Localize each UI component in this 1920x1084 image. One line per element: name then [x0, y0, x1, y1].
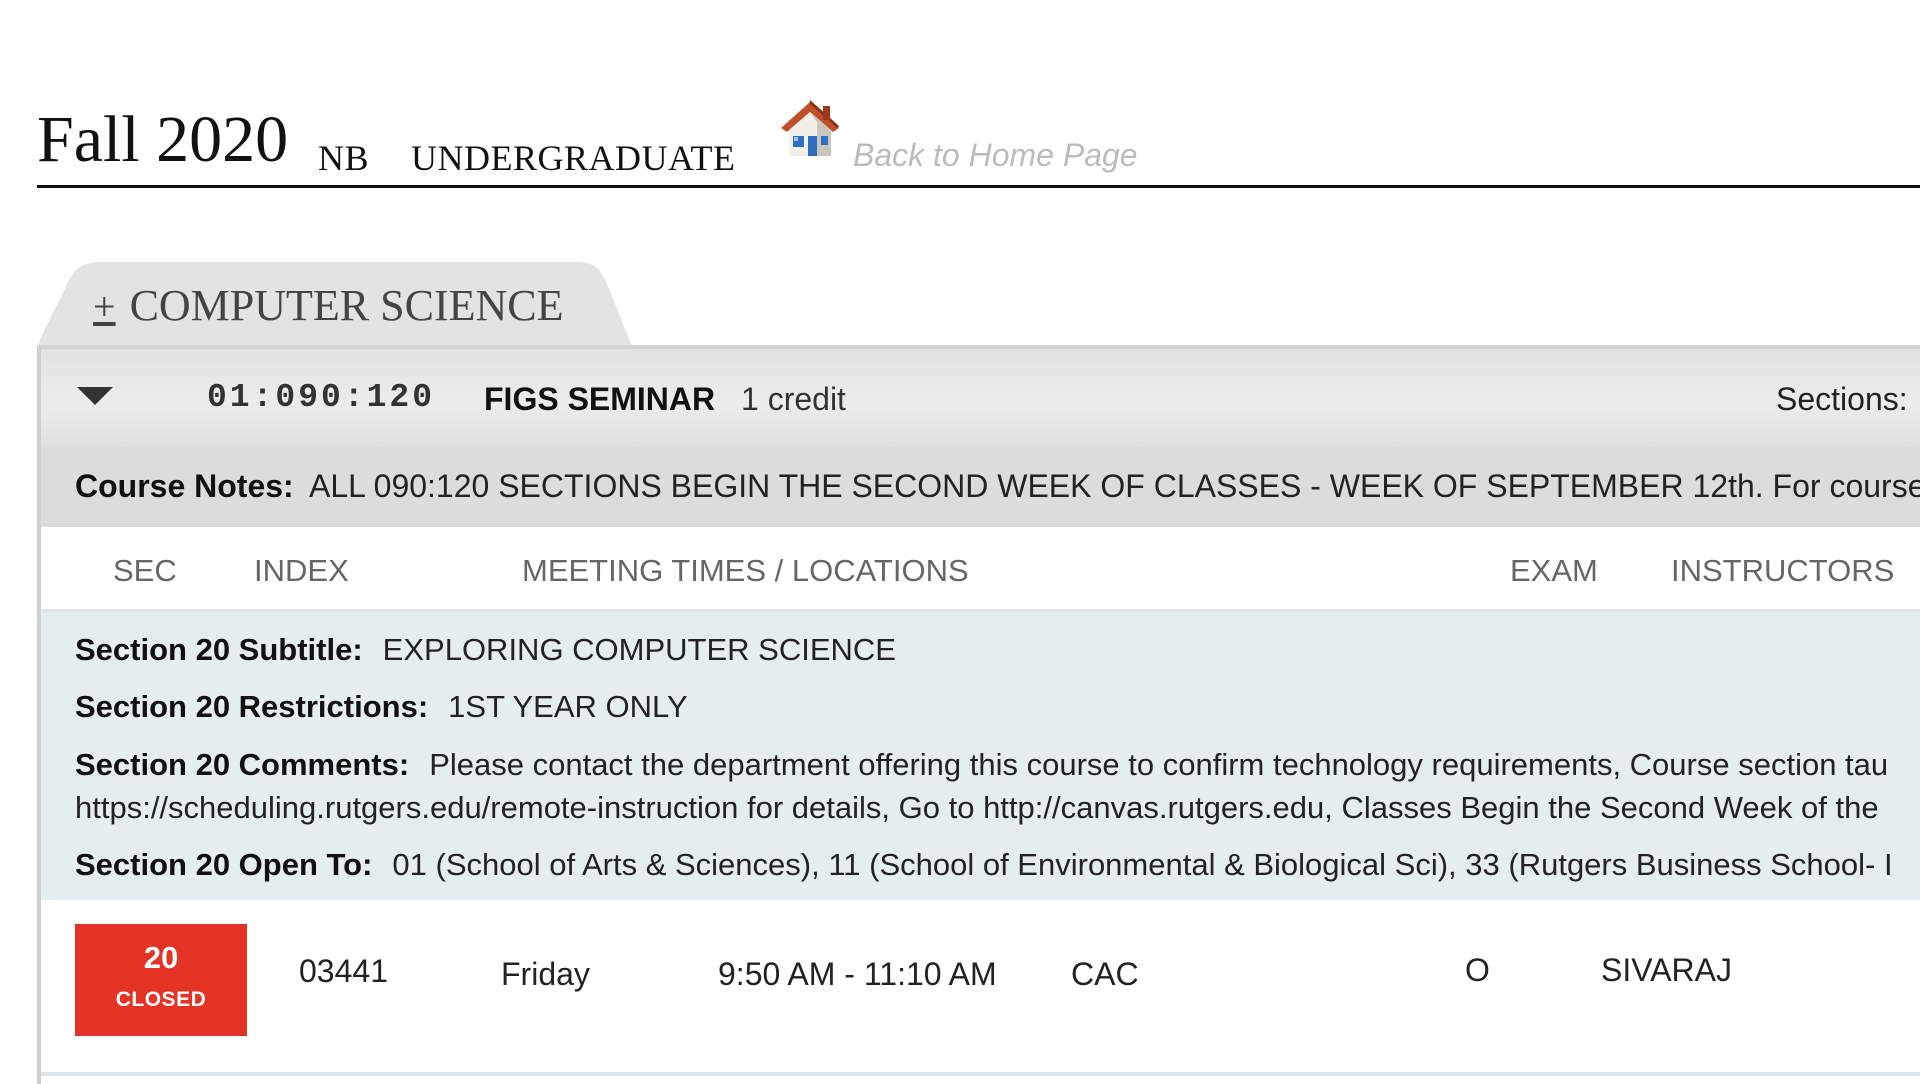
section-number: 20 [143, 940, 179, 975]
section-subtitle-value: EXPLORING COMPUTER SCIENCE [382, 632, 896, 667]
subject-name[interactable]: + COMPUTER SCIENCE [93, 280, 564, 331]
sections-label: Sections: [1776, 381, 1908, 417]
section-subtitle: Section 20 Subtitle: EXPLORING COMPUTER S… [75, 632, 896, 668]
meeting-day: Friday [501, 956, 590, 992]
section-restrictions-label: Section 20 Restrictions: [75, 689, 429, 724]
section-open-to-label: Section 20 Open To: [75, 847, 373, 882]
subject-title: COMPUTER SCIENCE [129, 281, 564, 330]
page-header: Fall 2020 NB UNDERGRADUATE Back to Home … [37, 95, 1920, 188]
course-panel: 01:090:120 FIGS SEMINAR 1 credit Section… [37, 345, 1920, 1084]
level-label: UNDERGRADUATE [411, 138, 736, 178]
row-divider [41, 1072, 1920, 1076]
course-notes-label: Course Notes: [75, 468, 294, 504]
course-credits: 1 credit [741, 381, 846, 417]
exam-code: O [1465, 952, 1490, 988]
meeting-time: 9:50 AM - 11:10 AM [718, 956, 997, 992]
column-header-exam: EXAM [1510, 553, 1598, 588]
section-subtitle-label: Section 20 Subtitle: [75, 632, 363, 667]
column-header-meeting-times: MEETING TIMES / LOCATIONS [522, 553, 969, 588]
section-index: 03441 [299, 953, 388, 989]
term-title: Fall 2020 [37, 103, 289, 176]
column-header-instructors: INSTRUCTORS [1671, 553, 1895, 588]
section-row[interactable]: 20 CLOSED 03441 Friday 9:50 AM - 11:10 A… [41, 900, 1920, 1084]
meeting-campus: CAC [1071, 956, 1139, 992]
expand-subject-toggle[interactable]: + [93, 284, 116, 329]
section-comments-label: Section 20 Comments: [75, 747, 410, 782]
section-comments-continued: https://scheduling.rutgers.edu/remote-in… [75, 790, 1879, 825]
course-notes: Course Notes: ALL 090:120 SECTIONS BEGIN… [41, 447, 1920, 527]
triangle-down-icon[interactable] [77, 387, 113, 405]
course-number: 01:090:120 [207, 379, 436, 416]
section-info: Section 20 Subtitle: EXPLORING COMPUTER S… [41, 612, 1920, 900]
back-to-home-link[interactable]: Back to Home Page [853, 137, 1138, 174]
section-open-to-value: 01 (School of Arts & Sciences), 11 (Scho… [392, 847, 1893, 882]
instructor-name: SIVARAJ [1601, 952, 1732, 988]
column-header-sec: SEC [113, 553, 177, 588]
status-badge: 20 CLOSED [75, 924, 247, 1036]
house-icon[interactable] [777, 98, 843, 162]
subject-tab[interactable]: + COMPUTER SCIENCE [37, 262, 633, 348]
section-open-to: Section 20 Open To: 01 (School of Arts & … [75, 847, 1893, 883]
course-header[interactable]: 01:090:120 FIGS SEMINAR 1 credit Section… [41, 349, 1920, 447]
section-status: CLOSED [115, 988, 207, 1011]
section-comments: Section 20 Comments: Please contact the d… [75, 747, 1888, 783]
section-restrictions: Section 20 Restrictions: 1ST YEAR ONLY [75, 689, 688, 725]
course-notes-text: ALL 090:120 SECTIONS BEGIN THE SECOND WE… [309, 468, 1920, 504]
section-restrictions-value: 1ST YEAR ONLY [448, 689, 688, 724]
column-header-index: INDEX [254, 553, 349, 588]
section-comments-value: Please contact the department offering t… [429, 747, 1889, 782]
column-headers: SEC INDEX MEETING TIMES / LOCATIONS EXAM… [41, 527, 1920, 612]
course-title: FIGS SEMINAR [484, 381, 716, 417]
campus-label: NB [318, 138, 370, 178]
